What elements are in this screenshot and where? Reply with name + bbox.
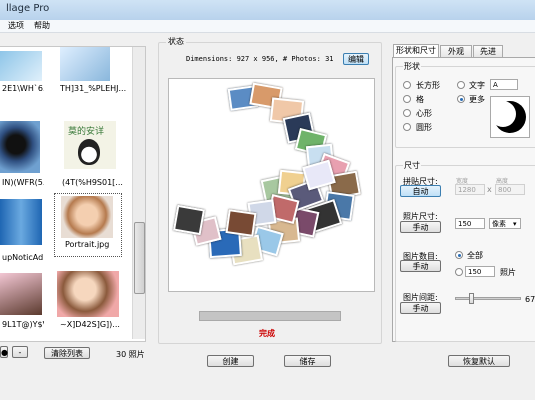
window-title: llage Pro xyxy=(6,3,50,14)
clear-list-button[interactable]: 清除列表 xyxy=(44,347,90,359)
collage-photo xyxy=(225,209,257,237)
shape-grid-label: 格 xyxy=(416,95,424,104)
shape-preview[interactable] xyxy=(490,96,530,138)
thumb-image[interactable] xyxy=(57,271,119,317)
menu-bar: 选项 帮助 xyxy=(0,20,535,33)
crescent-moon-icon xyxy=(491,101,526,133)
shape-group-label: 形状 xyxy=(403,61,421,72)
thumb-image[interactable] xyxy=(61,196,113,238)
shape-circle-radio[interactable] xyxy=(403,123,411,131)
thumb-image[interactable] xyxy=(0,51,42,81)
chevron-down-icon: ▾ xyxy=(513,220,517,228)
menu-options[interactable]: 选项 xyxy=(8,20,24,32)
thumb-caption: upNoticAd... xyxy=(2,253,44,262)
thumb-caption: (4T(%H9S01[... xyxy=(62,178,123,187)
shape-rect-radio[interactable] xyxy=(403,81,411,89)
spacing-value: 67 xyxy=(525,295,535,304)
thumb-selected[interactable]: Portrait.jpg xyxy=(54,193,122,257)
photo-count-input[interactable]: 150 xyxy=(465,266,495,277)
preview-group-label: 状态 xyxy=(166,36,186,47)
remove-photo-button[interactable]: - xyxy=(12,346,28,358)
tab-shape-size[interactable]: 形状和尺寸 xyxy=(393,44,439,58)
plus-icon: ● xyxy=(1,348,8,357)
photo-list-scrollbar[interactable] xyxy=(132,47,145,339)
photo-count-all-label: 全部 xyxy=(467,251,483,260)
status-text: 完成 xyxy=(259,329,275,338)
shape-heart-label: 心形 xyxy=(416,109,432,118)
thumb-caption: 9L1T@)Y$V... xyxy=(2,320,44,329)
collage-canvas[interactable] xyxy=(168,78,375,292)
thumb-image[interactable] xyxy=(0,273,42,315)
photo-count: 30 照片 xyxy=(116,350,145,359)
width-input[interactable]: 1280 xyxy=(455,184,485,195)
thumb-caption: TH]31_%PLEHJ... xyxy=(60,84,127,93)
sticker-text: 莫的安详 xyxy=(68,127,105,137)
shape-text-radio[interactable] xyxy=(457,81,465,89)
shape-rect-label: 长方形 xyxy=(416,81,440,90)
photo-count-unit: 照片 xyxy=(500,268,516,277)
dimensions-text: Dimensions: 927 x 956, # Photos: 31 xyxy=(186,55,334,63)
reset-defaults-button[interactable]: 恢复默认 xyxy=(448,355,510,367)
progress-bar xyxy=(199,311,341,321)
shape-more-label: 更多 xyxy=(469,95,485,104)
thumb-caption: Portrait.jpg xyxy=(65,240,110,249)
spacing-slider-thumb[interactable] xyxy=(468,293,474,304)
penguin-icon xyxy=(78,139,100,165)
height-input[interactable]: 800 xyxy=(495,184,525,195)
spacing-manual-button[interactable]: 手动 xyxy=(400,302,441,314)
progress-fill xyxy=(200,312,340,320)
times-sign: x xyxy=(487,185,492,194)
shape-heart-radio[interactable] xyxy=(403,109,411,117)
edit-button[interactable]: 编辑 xyxy=(343,53,369,65)
photo-size-input[interactable]: 150 xyxy=(455,218,485,229)
photo-count-manual-button[interactable]: 手动 xyxy=(400,260,441,272)
thumb-caption: IN)(WFR(5... xyxy=(2,178,44,187)
collage-photo xyxy=(172,204,206,236)
photo-count-all-radio[interactable] xyxy=(455,251,463,259)
unit-select[interactable]: 像素 ▾ xyxy=(489,218,521,229)
photo-size-manual-button[interactable]: 手动 xyxy=(400,221,441,233)
thumb-caption: 2E1\WH`6... xyxy=(2,84,44,93)
shape-text-label: 文字 xyxy=(469,81,485,90)
unit-select-value: 像素 xyxy=(492,220,506,228)
scrollbar-thumb[interactable] xyxy=(134,222,145,294)
save-button[interactable]: 储存 xyxy=(284,355,331,367)
tab-appearance[interactable]: 外观 xyxy=(440,45,472,57)
thumb-image[interactable] xyxy=(0,121,40,173)
size-group-label: 尺寸 xyxy=(403,160,421,171)
shape-text-input[interactable]: A xyxy=(490,79,518,90)
thumb-image[interactable] xyxy=(60,47,110,81)
photo-list[interactable]: 2E1\WH`6... TH]31_%PLEHJ... IN)(WFR(5...… xyxy=(0,46,146,342)
collage-size-auto-button[interactable]: 自动 xyxy=(400,185,441,197)
shape-grid-radio[interactable] xyxy=(403,95,411,103)
menu-help[interactable]: 帮助 xyxy=(34,20,50,32)
thumb-image[interactable] xyxy=(0,199,42,245)
add-photo-button[interactable]: ● xyxy=(0,346,8,358)
shape-more-radio[interactable] xyxy=(457,95,465,103)
title-bar: llage Pro xyxy=(0,0,535,20)
photo-count-custom-radio[interactable] xyxy=(455,268,463,276)
spacing-slider-track[interactable] xyxy=(455,297,521,300)
shape-circle-label: 圆形 xyxy=(416,123,432,132)
thumb-image[interactable]: 莫的安详 xyxy=(64,121,116,169)
tab-advanced[interactable]: 先进 xyxy=(473,45,503,57)
create-button[interactable]: 创建 xyxy=(207,355,254,367)
thumb-caption: ~X]D42S]G])... xyxy=(60,320,120,329)
